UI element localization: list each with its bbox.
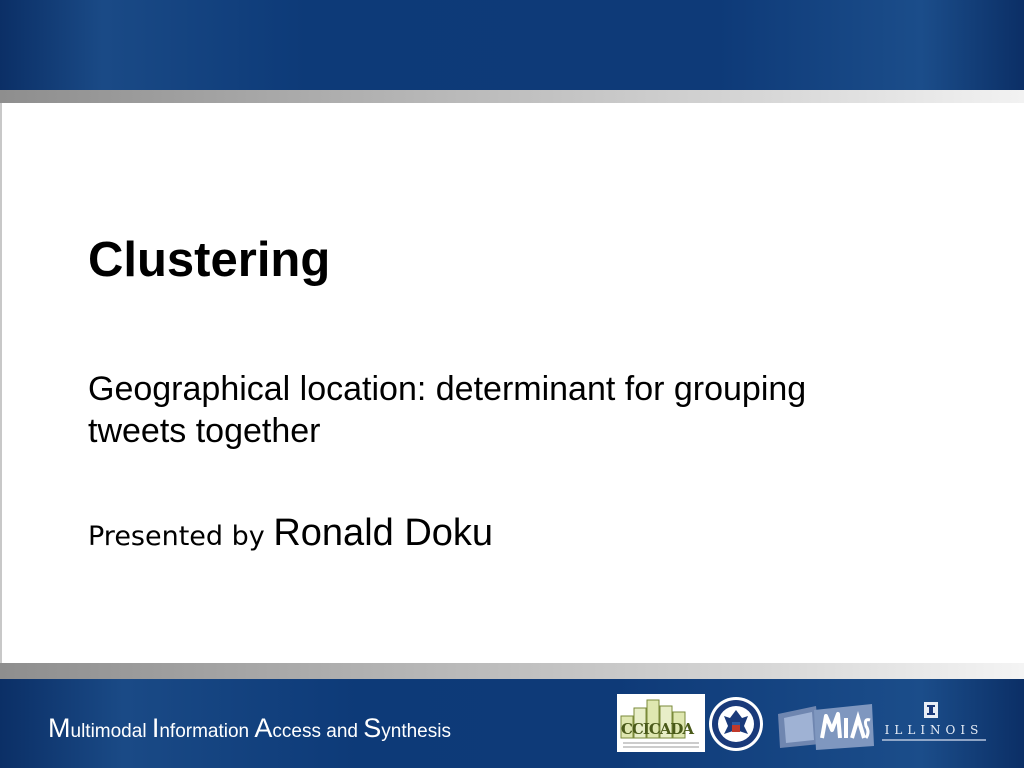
slide-subtitle: Geographical location: determinant for g… — [88, 370, 807, 450]
slide-title: Clustering — [88, 233, 331, 287]
dhs-seal-icon — [709, 697, 763, 751]
footer-word: ccess and — [272, 721, 364, 742]
mias-logo-icon — [778, 704, 874, 750]
presenter-line: Presented by Ronald Doku — [88, 508, 493, 566]
footer-word: ultimodal — [70, 721, 152, 742]
header-banner — [0, 0, 1024, 90]
footer-initial: A — [254, 713, 273, 743]
presenter-name: Ronald Doku — [273, 512, 494, 554]
ccicada-logo-icon: CCICADA — [617, 694, 705, 752]
illinois-logo-text: ILLINOIS — [885, 723, 984, 737]
ccicada-logo-text: CCICADA — [621, 720, 694, 738]
illinois-logo-icon: ILLINOIS — [882, 702, 986, 741]
presenter-prefix: Presented by — [88, 521, 274, 552]
footer-divider — [0, 663, 1024, 679]
footer-word: ynthesis — [381, 721, 451, 742]
footer-program-name: Multimodal Information Access and Synthe… — [48, 708, 451, 752]
header-divider — [0, 90, 1024, 103]
footer-initial: M — [48, 713, 71, 743]
footer-initial: S — [363, 713, 382, 743]
left-border — [0, 103, 2, 663]
footer-word: nformation — [159, 721, 255, 742]
